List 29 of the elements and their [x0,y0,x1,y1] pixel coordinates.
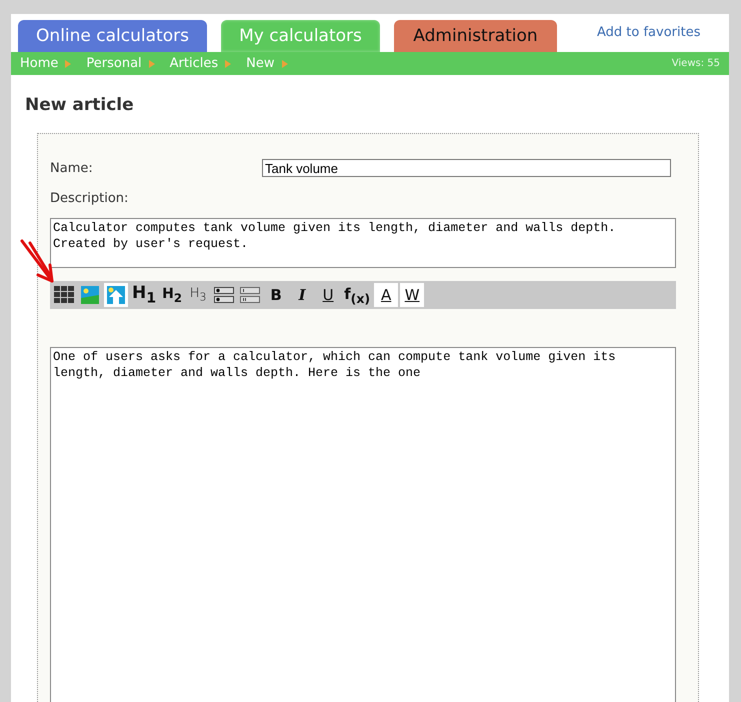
text-color-button[interactable]: A [374,283,398,307]
list-icon [214,287,234,303]
arrow-icon [148,60,155,68]
name-field[interactable]: Tank volume [262,159,671,177]
h1-button[interactable]: H$_{1}$ [130,283,158,307]
description-field[interactable]: Calculator computes tank volume given its length, diameter and walls depth. Created by user's request. [50,218,676,268]
nav-tab[interactable]: Administration [394,20,557,52]
grid-icon [54,286,74,304]
h2-button[interactable]: H$_{2}$ [160,283,184,307]
description-label: Description: [50,191,130,206]
h3-button[interactable]: H$_{3}$ [186,283,210,307]
image-icon [81,286,99,304]
content-field[interactable]: One of users asks for a calculator, which can compute tank volume given its length, diameter and walls depth. Here is the one [50,347,676,702]
list-icon [240,287,260,303]
text-color-button[interactable]: W [400,283,424,307]
arrow-icon [65,60,72,68]
italic-button[interactable]: I [290,283,314,307]
image-upload-icon [107,286,125,304]
image-upload-button[interactable] [104,283,128,307]
formula-button[interactable]: f$_{(x)}$ [342,283,372,307]
name-label: Name: [50,160,94,176]
arrow-icon [225,60,232,68]
bold-button[interactable]: B [264,283,288,307]
page-heading: New article [25,95,135,115]
underline-button[interactable]: U [316,283,340,307]
arrow-icon [282,60,288,68]
views-count: Views: 55 [672,58,720,69]
favorites-link[interactable]: Add to favorites [597,25,700,40]
nav-tab[interactable]: Online calculators [18,20,207,52]
